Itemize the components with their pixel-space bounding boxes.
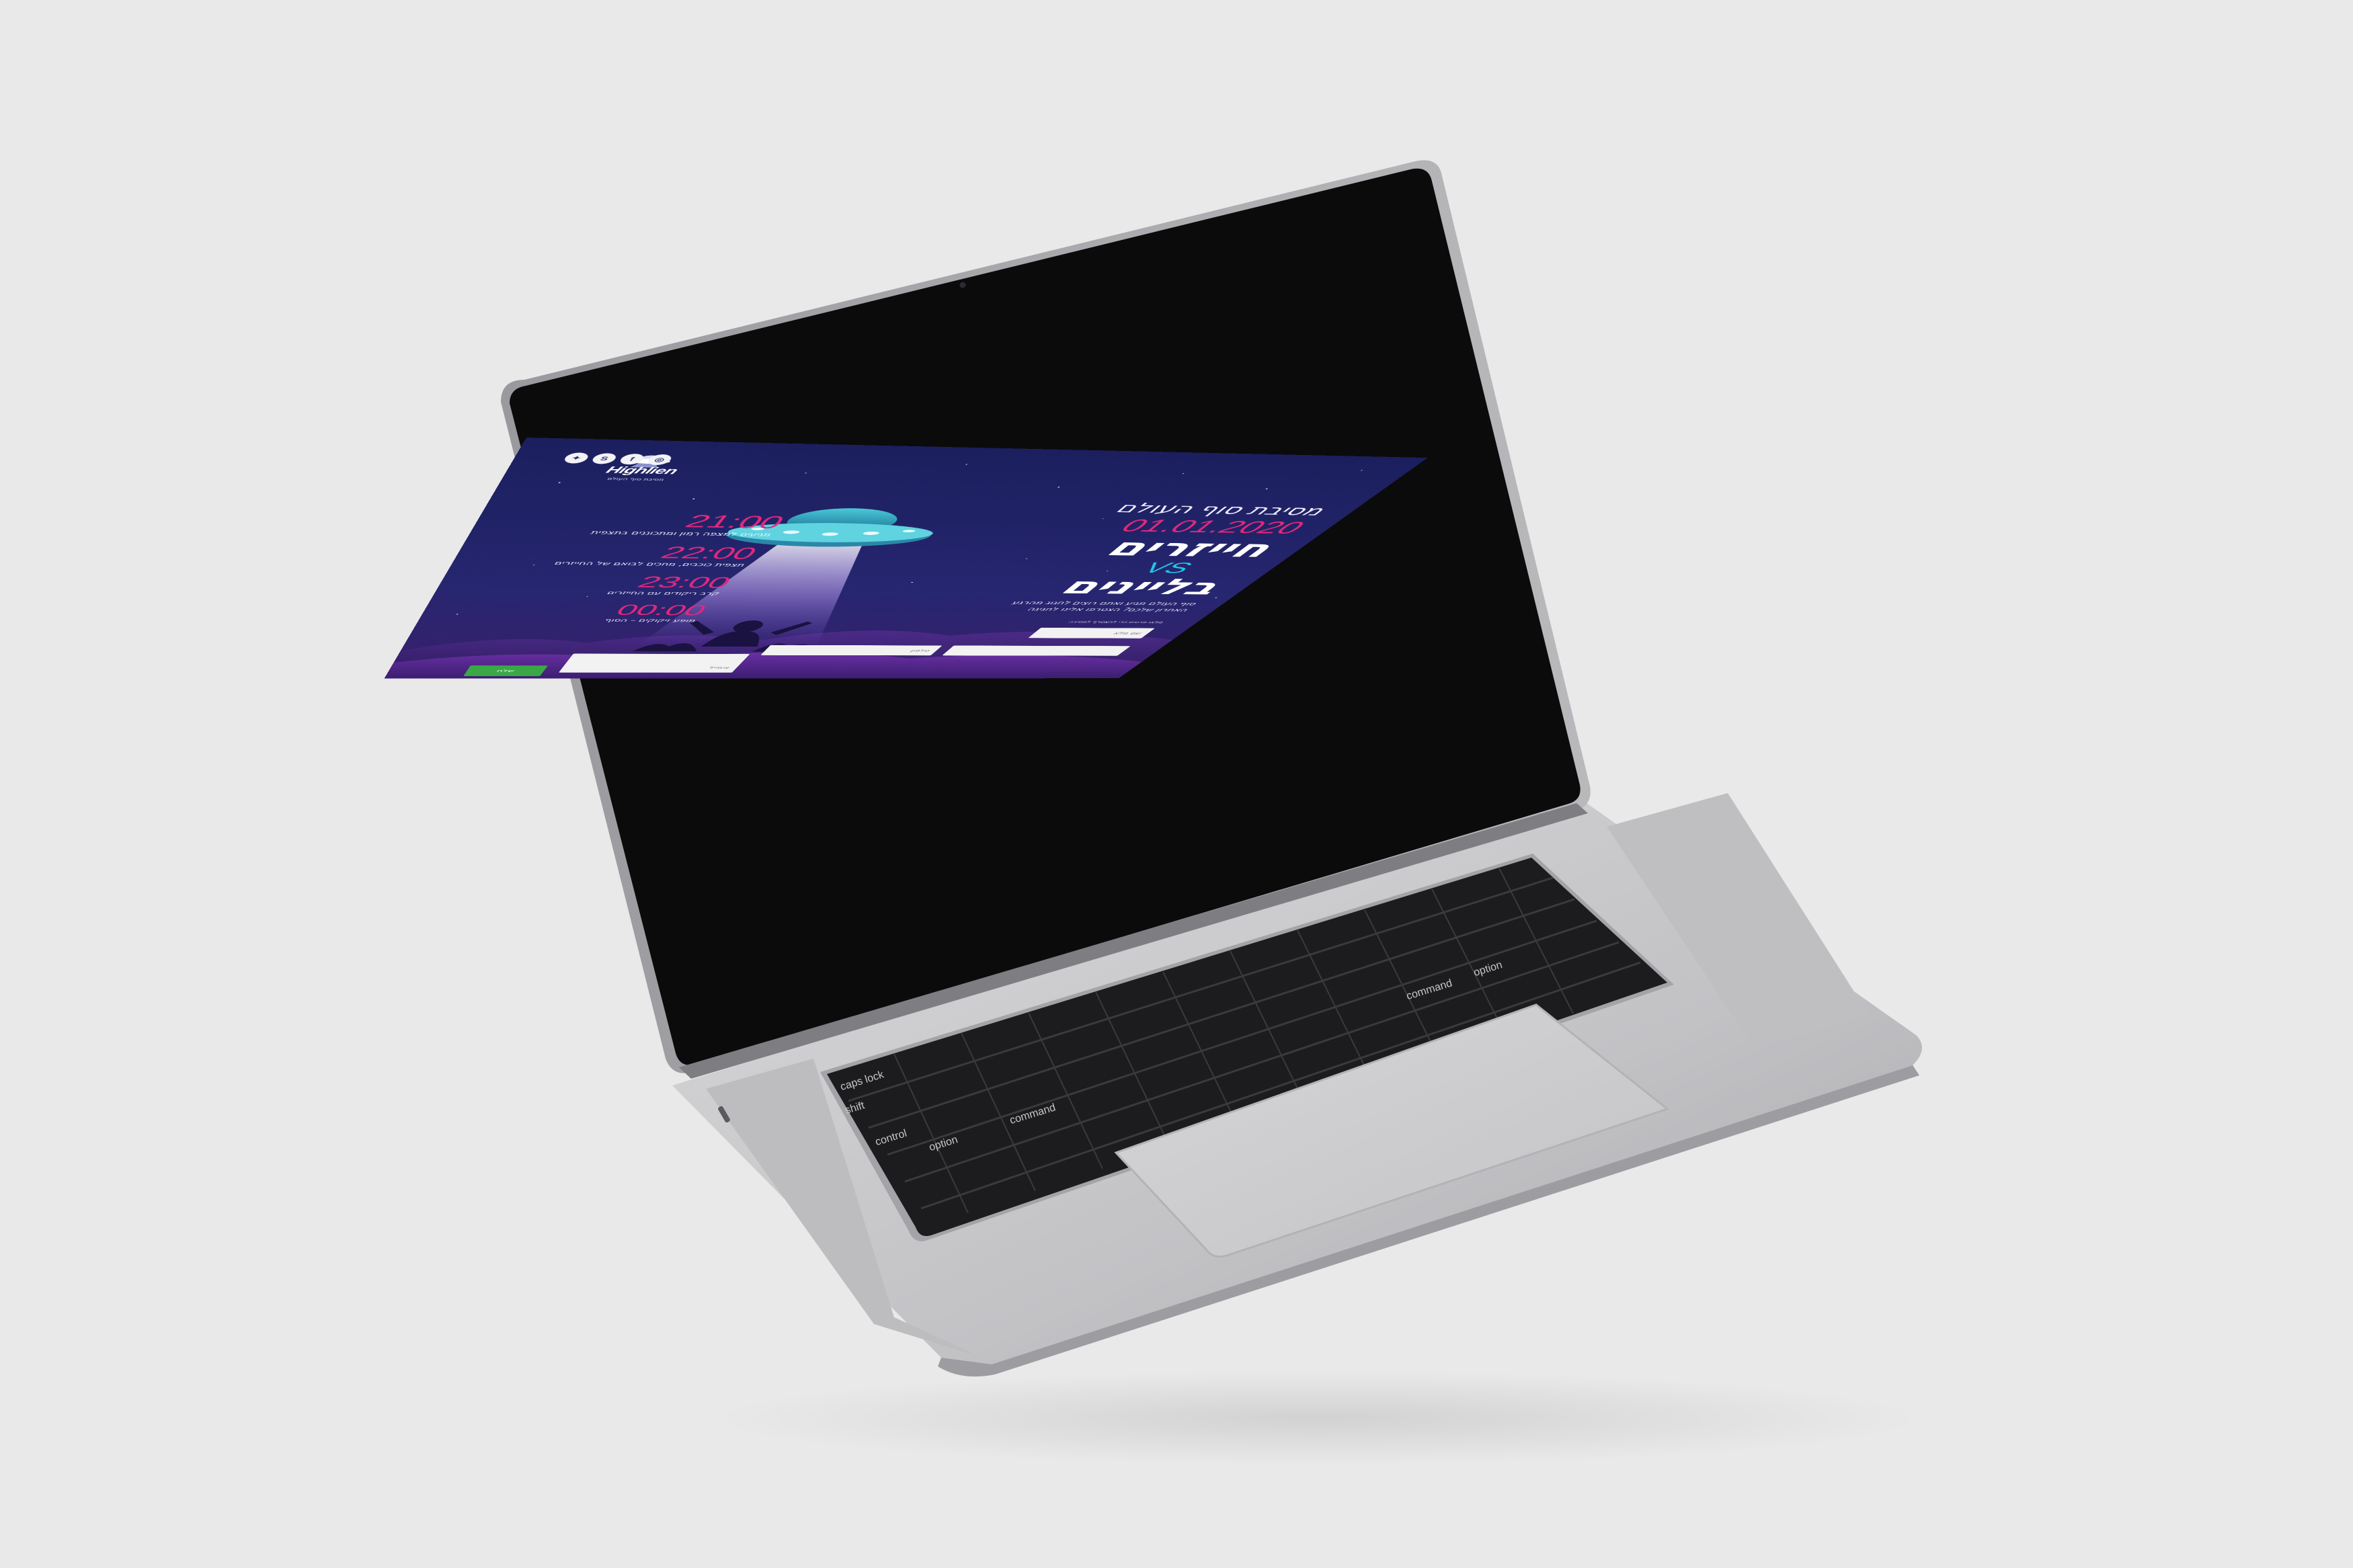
form-note: מלאו פרטים כדי להצטרף למסיבה: [1066, 620, 1166, 624]
skype-icon[interactable]: S: [590, 453, 619, 464]
hero-description: סוף העולם מגיע ואתם רוצים לחגוג מהרגע הא…: [1009, 600, 1200, 613]
hero-vs: VS: [1136, 559, 1200, 577]
schedule-item: 23:00 קרב ריקודים עם החייזרים: [491, 573, 737, 596]
logo-tagline: מסיבת סוף העולם: [606, 476, 666, 482]
social-links: ✦ S f ◎: [561, 452, 674, 466]
schedule-time: 00:00: [611, 602, 712, 619]
schedule-time: 22:00: [655, 543, 763, 563]
phone-field[interactable]: [760, 645, 943, 656]
floor-shadow: [713, 1371, 1923, 1465]
schedule-time: 23:00: [633, 573, 737, 591]
schedule-description: מופע זיקוקים – הסוף: [603, 617, 698, 623]
camera-dot: [959, 282, 966, 288]
email-field[interactable]: [558, 662, 742, 673]
facebook-icon[interactable]: f: [617, 453, 647, 465]
full-name-field-row[interactable]: [942, 645, 1131, 656]
hero-title-line1: חייזרים: [1097, 533, 1290, 563]
laptop-mockup: [501, 160, 1923, 1465]
full-name-field[interactable]: [1028, 627, 1155, 638]
schedule-item: 21:00 מגיעים למצפה רמון ומתכוננים בתצפית: [530, 510, 790, 538]
mockup-stage: Highlien מסיבת סוף העולם מסיבת סוף העולם…: [0, 0, 2353, 1568]
schedule-item: 22:00 תצפית כוכבים, מחכים לבואם של החייז…: [510, 542, 763, 568]
hero-title-line2: בליינים: [1052, 573, 1236, 600]
submit-button[interactable]: שלח: [463, 665, 549, 676]
logo-wordmark: Highlien: [604, 464, 680, 477]
schedule-item: 00:00 מופע זיקוקים – הסוף: [474, 602, 711, 623]
